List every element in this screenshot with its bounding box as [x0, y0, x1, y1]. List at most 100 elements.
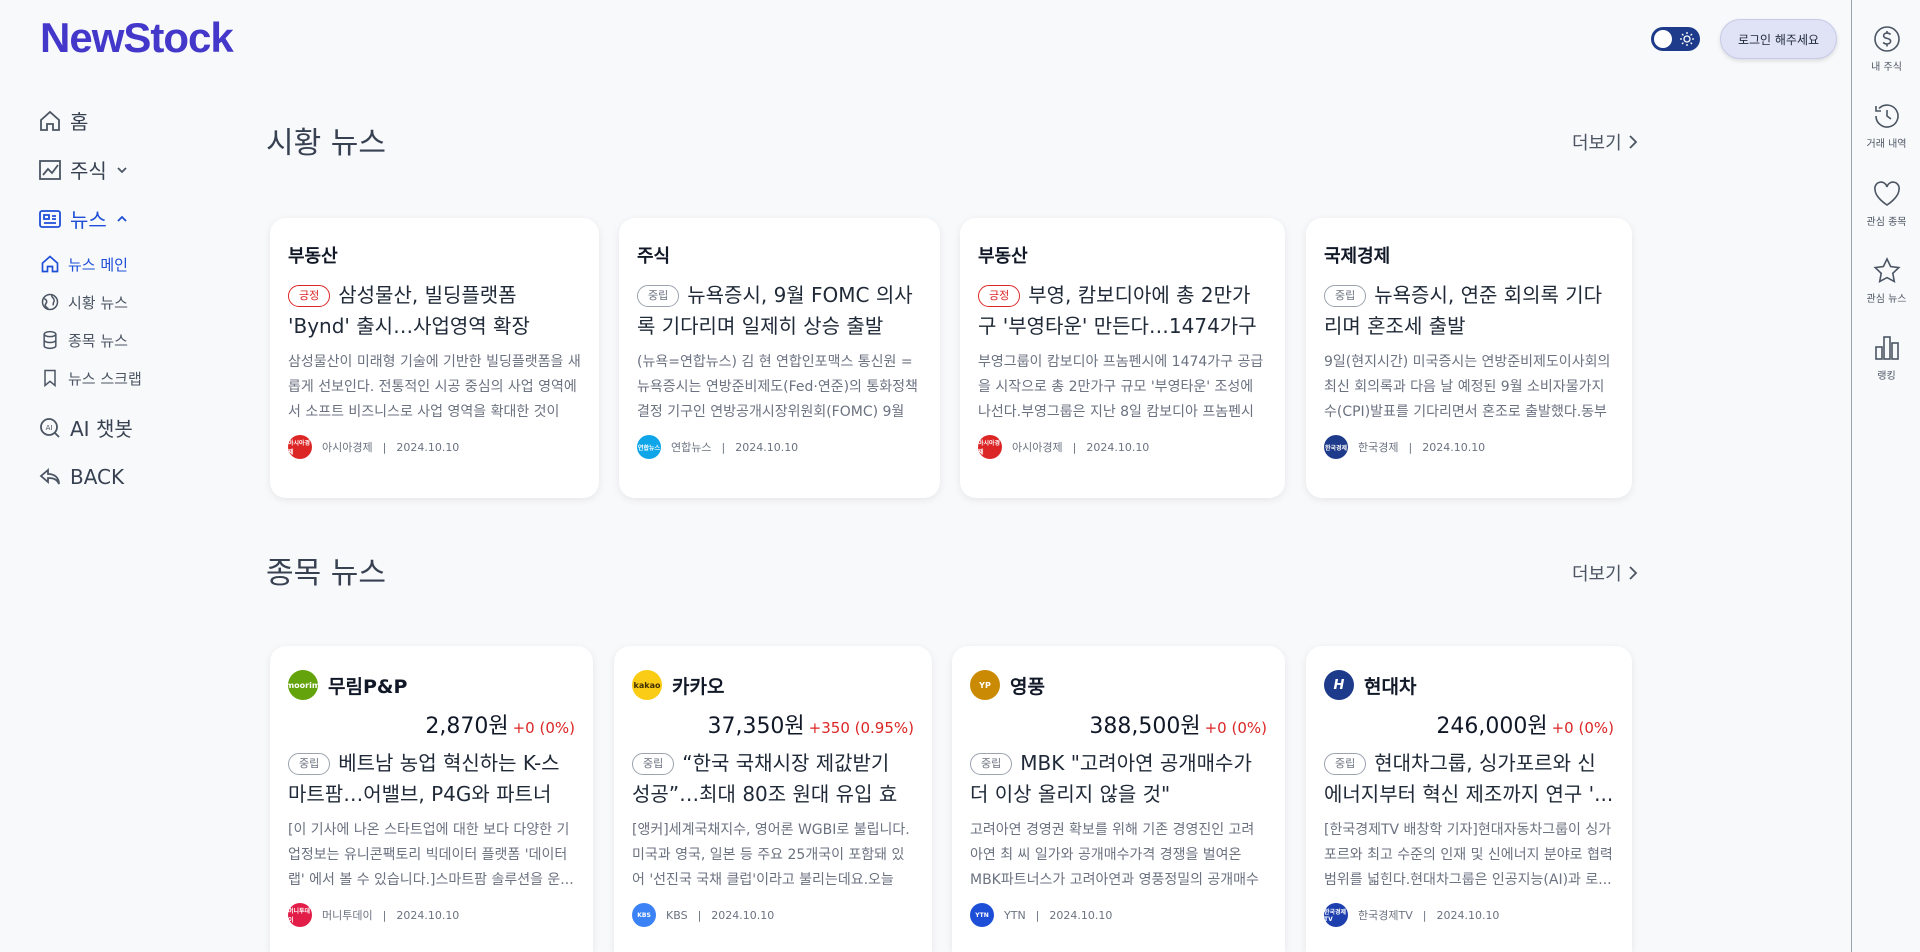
rail-watch-stock[interactable]: 관심 종목: [1852, 179, 1920, 228]
theme-toggle[interactable]: [1651, 27, 1700, 51]
stock-news-card[interactable]: moorim 무림P&P 2,870원 +0 (0%) 중립 베트남 농업 혁신하는…: [270, 646, 593, 952]
rail-label: 랭킹: [1877, 371, 1896, 382]
stock-price: 37,350원: [707, 714, 805, 739]
card-summary: (뉴욕=연합뉴스) 김 현 연합인포맥스 통신원 = 뉴욕증시는 연방준비제도(…: [637, 354, 918, 420]
stock-header: H 현대차: [1324, 670, 1614, 700]
market-news-title: 시황 뉴스: [266, 126, 386, 161]
market-news-more-link[interactable]: 더보기: [1572, 129, 1640, 155]
stock-logo: moorim: [286, 670, 320, 700]
headline-text: 현대차그룹, 싱가포르와 신에너지부터 혁신 제조까지 연구 '...: [1324, 751, 1614, 806]
card-meta: 머니투데이 머니투데이 | 2024.10.10: [288, 903, 575, 927]
sun-icon: [1680, 32, 1694, 46]
chevron-right-icon: [1629, 566, 1637, 580]
sub-market-news[interactable]: 시황 뉴스: [40, 283, 238, 321]
rail-label: 거래 내역: [1866, 139, 1907, 150]
source-logo: 한국경제: [1324, 435, 1348, 459]
rail-watch-news[interactable]: 관심 뉴스: [1852, 256, 1920, 305]
card-category: 부동산: [978, 246, 1028, 267]
stock-name: 영풍: [1010, 675, 1045, 698]
card-meta: 한국경제 한국경제 | 2024.10.10: [1324, 435, 1614, 459]
stock-news-title: 종목 뉴스: [266, 556, 386, 591]
card-headline: 중립 MBK "고려아연 공개매수가 더 이상 올리지 않을 것": [970, 748, 1267, 810]
sub-stock-news[interactable]: 종목 뉴스: [40, 321, 238, 359]
source-name: 아시아경제: [322, 441, 373, 454]
more-label: 더보기: [1572, 133, 1622, 154]
rail-history[interactable]: 거래 내역: [1852, 101, 1920, 150]
source-name: 연합뉴스: [671, 441, 712, 454]
sub-news-main[interactable]: 뉴스 메인: [40, 245, 238, 283]
publish-date: 2024.10.10: [735, 440, 799, 454]
chevron-down-icon: [117, 166, 127, 173]
bookmark-icon: [44, 369, 56, 388]
card-summary: 삼성물산이 미래형 기술에 기반한 빌딩플랫폼을 새롭게 선보인다. 전통적인 …: [288, 354, 581, 420]
sub-news-main-label: 뉴스 메인: [68, 255, 128, 274]
market-news-card[interactable]: 국제경제 중립 뉴욕증시, 연준 회의록 기다리며 혼조세 출발 9일(현지시간)…: [1306, 218, 1632, 498]
source-logo: 머니투데이: [288, 903, 312, 927]
meta-separator: |: [1422, 908, 1427, 922]
source-logo: KBS: [632, 903, 656, 927]
nav-stock[interactable]: 주식: [38, 145, 238, 194]
app-logo[interactable]: NewStock: [40, 14, 234, 62]
globe-icon: [41, 293, 59, 311]
publish-date: 2024.10.10: [711, 908, 775, 922]
stock-logo: kakao: [632, 670, 662, 700]
bar-chart-icon: [1874, 336, 1899, 360]
nav-home-label: 홈: [70, 110, 89, 134]
nav-home[interactable]: 홈: [38, 96, 238, 145]
market-news-card[interactable]: 주식 중립 뉴욕증시, 9월 FOMC 의사록 기다리며 일제히 상승 출발 (뉴…: [619, 218, 940, 498]
stock-header: kakao 카카오: [632, 670, 914, 700]
login-button[interactable]: 로그인 해주세요: [1720, 19, 1837, 59]
card-headline: 중립 현대차그룹, 싱가포르와 신에너지부터 혁신 제조까지 연구 '...: [1324, 748, 1614, 810]
stock-news-card[interactable]: kakao 카카오 37,350원 +350 (0.95%) 중립 “한국 국채시장…: [614, 646, 932, 952]
history-icon: [1874, 104, 1899, 128]
card-category: 부동산: [288, 246, 338, 267]
sub-news-scrap-label: 뉴스 스크랩: [68, 369, 142, 388]
rail-ranking[interactable]: 랭킹: [1852, 333, 1920, 382]
chart-icon: [39, 159, 61, 180]
price-change: +0 (0%): [1204, 719, 1267, 737]
price-line: 246,000원 +0 (0%): [1324, 708, 1614, 739]
source-name: 머니투데이: [322, 909, 373, 922]
sentiment-badge: 중립: [1324, 285, 1367, 307]
price-line: 388,500원 +0 (0%): [970, 708, 1267, 739]
nav-ai-chat[interactable]: AI AI 챗봇: [38, 403, 238, 452]
card-summary: [앵커]세계국채지수, 영어론 WGBI로 불립니다. 미국과 영국, 일본 등…: [632, 822, 910, 888]
ai-icon: AI: [40, 417, 60, 438]
publish-date: 2024.10.10: [1086, 440, 1150, 454]
market-news-card[interactable]: 부동산 긍정 삼성물산, 빌딩플랫폼 'Bynd' 출시…사업영역 확장 삼성물산…: [270, 218, 599, 498]
stock-name: 무림P&P: [328, 675, 408, 698]
source-name: 아시아경제: [1012, 441, 1063, 454]
stock-header: moorim 무림P&P: [286, 670, 575, 700]
headline-text: MBK "고려아연 공개매수가 더 이상 올리지 않을 것": [970, 751, 1252, 806]
more-label: 더보기: [1572, 564, 1622, 585]
source-logo: YTN: [970, 903, 994, 927]
card-meta: KBS KBS | 2024.10.10: [632, 903, 914, 927]
stock-news-card[interactable]: YP 영풍 388,500원 +0 (0%) 중립 MBK "고려아연 공개매수가 …: [952, 646, 1285, 952]
chevron-right-icon: [1629, 135, 1637, 149]
database-icon: [43, 330, 57, 350]
price-line: 37,350원 +350 (0.95%): [632, 708, 914, 739]
nav-news[interactable]: 뉴스: [38, 194, 238, 243]
sentiment-badge: 중립: [970, 753, 1013, 775]
sentiment-badge: 긍정: [978, 285, 1021, 307]
rail-my-stock[interactable]: 내 주식: [1852, 24, 1920, 73]
source-logo: 아시아경제: [978, 435, 1002, 459]
stock-name: 현대차: [1364, 675, 1417, 698]
sentiment-badge: 중립: [632, 753, 675, 775]
sentiment-badge: 중립: [637, 285, 680, 307]
stock-news-more-link[interactable]: 더보기: [1572, 560, 1640, 586]
sentiment-badge: 중립: [288, 753, 331, 775]
card-headline: 중립 뉴욕증시, 연준 회의록 기다리며 혼조세 출발: [1324, 280, 1614, 342]
stock-price: 246,000원: [1436, 714, 1548, 739]
stock-news-card[interactable]: H 현대차 246,000원 +0 (0%) 중립 현대차그룹, 싱가포르와 신에너…: [1306, 646, 1632, 952]
dollar-icon: [1873, 26, 1900, 52]
market-news-card[interactable]: 부동산 긍정 부영, 캄보디아에 총 2만가구 '부영타운' 만든다…1474가구…: [960, 218, 1285, 498]
nav-back[interactable]: BACK: [38, 452, 238, 501]
sub-news-scrap[interactable]: 뉴스 스크랩: [40, 359, 238, 397]
stock-logo: YP: [970, 670, 1000, 700]
card-meta: 아시아경제 아시아경제 | 2024.10.10: [288, 435, 581, 459]
source-logo: 아시아경제: [288, 435, 312, 459]
meta-separator: |: [1408, 440, 1413, 454]
sentiment-badge: 긍정: [288, 285, 331, 307]
source-name: 한국경제: [1358, 441, 1399, 454]
